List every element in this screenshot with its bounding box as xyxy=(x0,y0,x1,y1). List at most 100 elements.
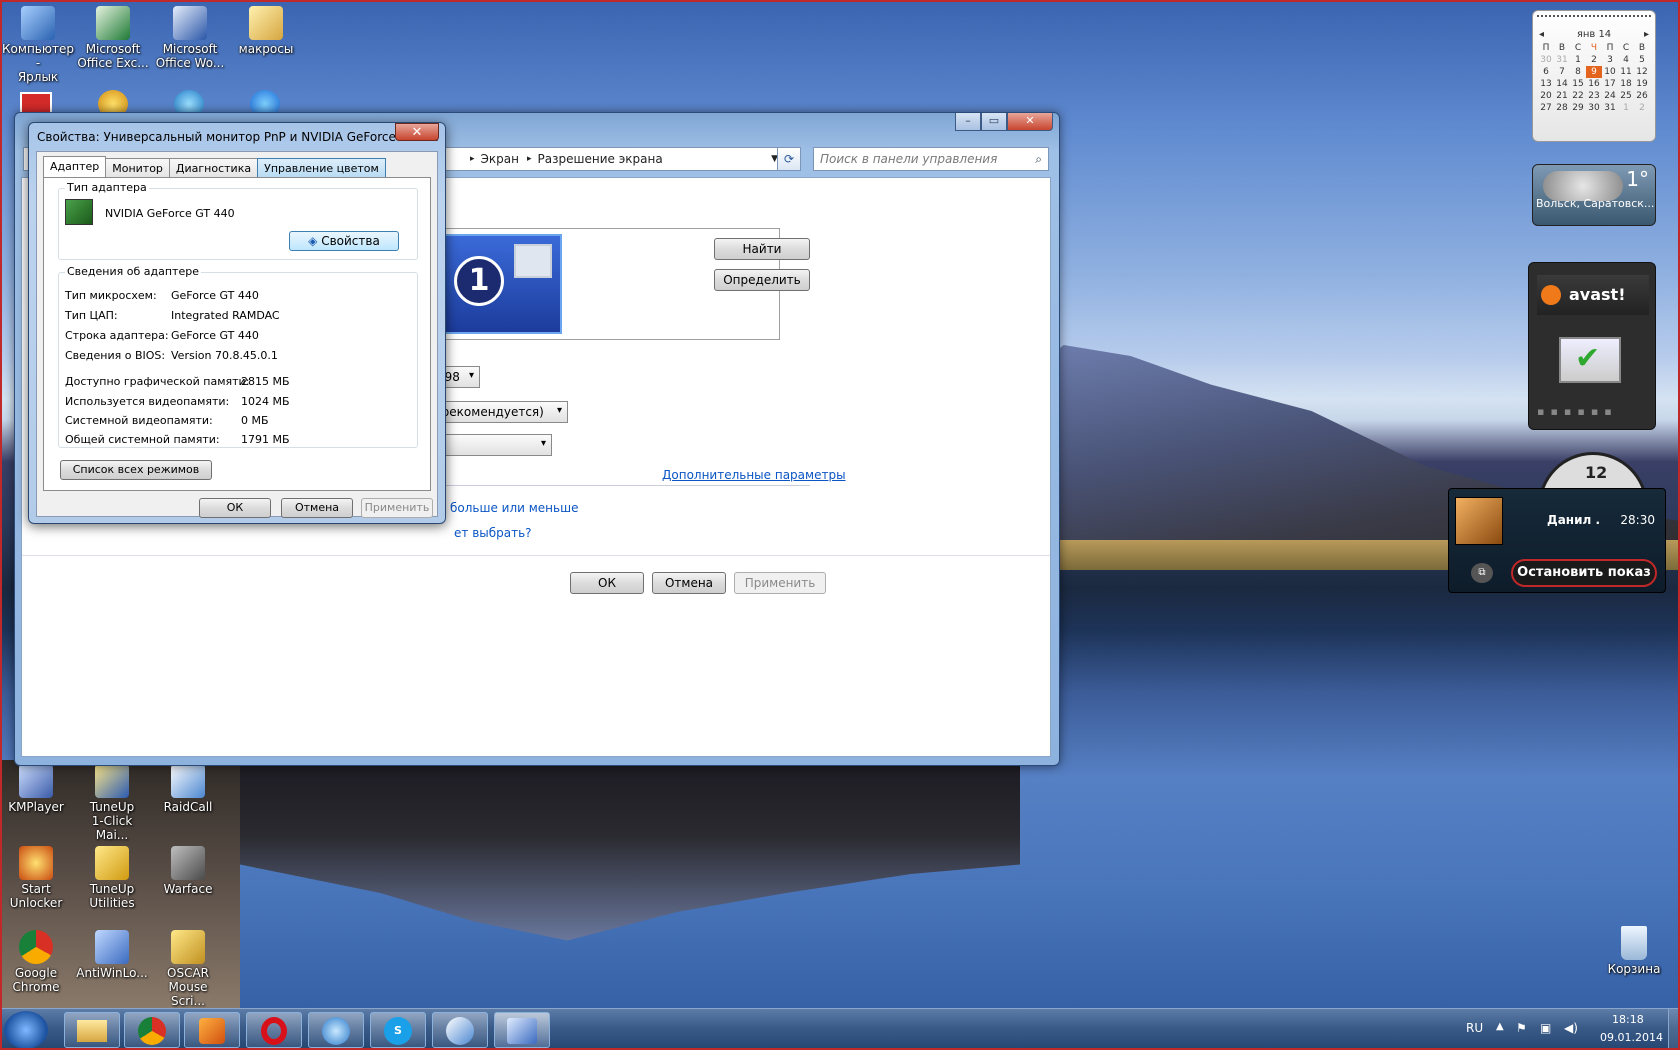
calendar-day[interactable]: 8 xyxy=(1570,66,1586,78)
calendar-day[interactable]: 5 xyxy=(1634,54,1650,66)
minimize-button[interactable]: – xyxy=(955,113,981,131)
breadcrumb-resolution[interactable]: Разрешение экрана xyxy=(538,152,663,166)
desktop-icon-warface[interactable]: Warface xyxy=(152,846,224,896)
calendar-day[interactable]: 2 xyxy=(1586,54,1602,66)
calendar-day[interactable]: 21 xyxy=(1554,90,1570,102)
taskbar-chrome[interactable] xyxy=(124,1012,180,1048)
calendar-day[interactable]: 9 xyxy=(1586,66,1602,78)
stop-sharing-button[interactable]: Остановить показ xyxy=(1511,559,1657,587)
prev-month-icon[interactable]: ◂ xyxy=(1539,29,1544,40)
calendar-day[interactable]: 25 xyxy=(1618,90,1634,102)
network-icon[interactable]: ▣ xyxy=(1540,1021,1551,1035)
calendar-day[interactable]: 24 xyxy=(1602,90,1618,102)
desktop-icon-macros[interactable]: макросы xyxy=(230,6,302,56)
calendar-day[interactable]: 1 xyxy=(1570,54,1586,66)
calendar-day[interactable]: 30 xyxy=(1586,102,1602,114)
calendar-day[interactable]: 16 xyxy=(1586,78,1602,90)
calendar-day[interactable]: 17 xyxy=(1602,78,1618,90)
calendar-day[interactable]: 4 xyxy=(1618,54,1634,66)
desktop-icon-excel[interactable]: Microsoft Office Exc... xyxy=(77,6,149,70)
desktop-icon-unlocker[interactable]: Start Unlocker xyxy=(0,846,72,910)
tab-monitor[interactable]: Монитор xyxy=(105,158,170,177)
dialog-close-button[interactable]: ✕ xyxy=(395,123,439,141)
clock-time[interactable]: 18:18 xyxy=(1612,1013,1644,1026)
resolution-select[interactable]: (рекомендуется) xyxy=(432,401,568,423)
stream-notification[interactable]: Данил . 28:30 ⧉ Остановить показ xyxy=(1448,488,1666,593)
dialog-apply-button[interactable]: Применить xyxy=(361,498,433,518)
taskbar-media-player[interactable] xyxy=(184,1012,240,1048)
calendar-day[interactable]: 1 xyxy=(1618,102,1634,114)
show-desktop-button[interactable] xyxy=(1668,1009,1680,1050)
desktop-icon-tuneup-utilities[interactable]: TuneUp Utilities xyxy=(76,846,148,910)
clock-date[interactable]: 09.01.2014 xyxy=(1600,1031,1663,1044)
calendar-day[interactable]: 31 xyxy=(1554,54,1570,66)
show-hidden-icons-icon[interactable]: ▲ xyxy=(1496,1021,1504,1032)
taskbar-control-panel[interactable] xyxy=(494,1012,550,1048)
taskbar-raidcall[interactable] xyxy=(432,1012,488,1048)
identify-button[interactable]: Определить xyxy=(714,269,810,291)
dialog-cancel-button[interactable]: Отмена xyxy=(281,498,353,518)
volume-icon[interactable]: ◀) xyxy=(1564,1021,1578,1035)
avast-social-icons[interactable]: ▪▪▪▪▪▪ xyxy=(1537,405,1649,418)
desktop-icon-recycle-bin[interactable]: Корзина xyxy=(1598,926,1670,976)
calendar-day[interactable]: 30 xyxy=(1538,54,1554,66)
taskbar-skype[interactable]: S xyxy=(370,1012,426,1048)
avast-gadget[interactable]: avast! ✔ ▪▪▪▪▪▪ xyxy=(1528,262,1656,430)
adapter-properties-button[interactable]: ◈ Свойства xyxy=(289,231,399,251)
calendar-day[interactable]: 2 xyxy=(1634,102,1650,114)
calendar-day[interactable]: 11 xyxy=(1618,66,1634,78)
refresh-button[interactable]: ⟳ xyxy=(777,147,801,171)
advanced-settings-link[interactable]: Дополнительные параметры xyxy=(662,468,846,482)
desktop-icon-oscar[interactable]: OSCAR Mouse Scri... xyxy=(152,930,224,1008)
calendar-day[interactable]: 18 xyxy=(1618,78,1634,90)
taskbar-explorer[interactable] xyxy=(64,1012,120,1048)
calendar-day[interactable]: 12 xyxy=(1634,66,1650,78)
taskbar-opera[interactable] xyxy=(246,1012,302,1048)
ok-button[interactable]: ОК xyxy=(570,572,644,594)
breadcrumb-screen[interactable]: Экран xyxy=(481,152,519,166)
calendar-day[interactable]: 22 xyxy=(1570,90,1586,102)
dialog-ok-button[interactable]: ОК xyxy=(199,498,271,518)
action-center-icon[interactable]: ⚑ xyxy=(1516,1021,1527,1035)
calendar-day[interactable]: 7 xyxy=(1554,66,1570,78)
calendar-gadget[interactable]: ◂ янв 14 ▸ ПВСЧПСВ 30 31 1 2 3 4 5 6 7 8 9 10 11 12 13 14… xyxy=(1532,10,1656,142)
which-settings-link[interactable]: ет выбрать? xyxy=(454,526,532,540)
desktop-icon-kmplayer[interactable]: KMPlayer xyxy=(0,764,72,814)
calendar-day[interactable]: 23 xyxy=(1586,90,1602,102)
desktop-icon-word[interactable]: Microsoft Office Wo... xyxy=(154,6,226,70)
tab-adapter[interactable]: Адаптер xyxy=(43,156,107,177)
language-indicator[interactable]: RU xyxy=(1466,1021,1483,1035)
weather-gadget[interactable]: 1° Вольск, Саратовск... xyxy=(1532,164,1656,226)
monitor-1-preview[interactable]: 1 xyxy=(440,234,562,334)
calendar-day[interactable]: 26 xyxy=(1634,90,1650,102)
desktop-icon-chrome[interactable]: Google Chrome xyxy=(0,930,72,994)
screen-share-icon[interactable]: ⧉ xyxy=(1471,563,1493,583)
list-all-modes-button[interactable]: Список всех режимов xyxy=(60,460,212,480)
calendar-day[interactable]: 15 xyxy=(1570,78,1586,90)
calendar-day[interactable]: 31 xyxy=(1602,102,1618,114)
cancel-button[interactable]: Отмена xyxy=(652,572,726,594)
taskbar-download-master[interactable] xyxy=(308,1012,364,1048)
apply-button[interactable]: Применить xyxy=(734,572,826,594)
desktop-icon-antiwinlocker[interactable]: AntiWinLo... xyxy=(76,930,148,980)
desktop-icon-raidcall[interactable]: RaidCall xyxy=(152,764,224,814)
calendar-day[interactable]: 27 xyxy=(1538,102,1554,114)
tab-color-management[interactable]: Управление цветом xyxy=(257,158,386,177)
maximize-button[interactable]: ▭ xyxy=(981,113,1007,131)
search-input[interactable]: Поиск в панели управления ⌕ xyxy=(813,147,1049,171)
tab-diagnostics[interactable]: Диагностика xyxy=(168,158,259,177)
find-button[interactable]: Найти xyxy=(714,238,810,260)
text-size-link[interactable]: больше или меньше xyxy=(450,501,578,515)
calendar-day[interactable]: 13 xyxy=(1538,78,1554,90)
calendar-day[interactable]: 20 xyxy=(1538,90,1554,102)
calendar-day[interactable]: 14 xyxy=(1554,78,1570,90)
calendar-day[interactable]: 10 xyxy=(1602,66,1618,78)
desktop-icon-computer[interactable]: Компьютер - Ярлык xyxy=(2,6,74,84)
calendar-day[interactable]: 29 xyxy=(1570,102,1586,114)
orientation-select[interactable] xyxy=(432,434,552,456)
close-button[interactable]: ✕ xyxy=(1007,113,1053,131)
next-month-icon[interactable]: ▸ xyxy=(1644,29,1649,40)
calendar-day[interactable]: 19 xyxy=(1634,78,1650,90)
calendar-day[interactable]: 3 xyxy=(1602,54,1618,66)
calendar-day[interactable]: 28 xyxy=(1554,102,1570,114)
